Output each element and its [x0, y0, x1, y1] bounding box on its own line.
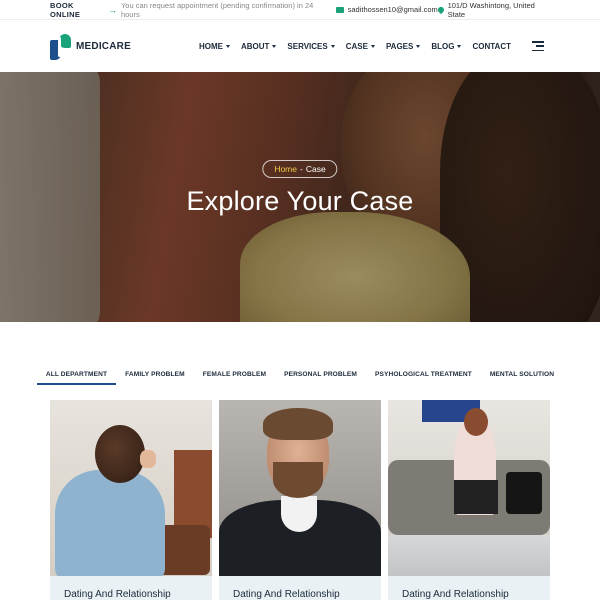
arrow-right-icon: →: [107, 4, 117, 15]
chevron-down-icon: [416, 44, 421, 48]
nav-item-services[interactable]: SERVICES: [287, 42, 335, 51]
tab-mental-solution[interactable]: MENTAL SOLUTION: [481, 371, 563, 385]
address-contact: 101/D Washintong, United State: [436, 0, 550, 19]
site-logo[interactable]: MEDICARE: [50, 32, 131, 60]
tab-family-problem[interactable]: FAMILY PROBLEM: [116, 371, 194, 385]
breadcrumb: Home - Case: [262, 160, 338, 178]
nav-item-contact[interactable]: CONTACT: [472, 42, 511, 51]
case-card[interactable]: Dating And Relationship: [50, 400, 212, 600]
menu-hamburger-icon[interactable]: [532, 41, 544, 51]
page-hero-banner: Home - Case Explore Your Case: [0, 72, 600, 322]
tab-psyhological-treatment[interactable]: PSYHOLOGICAL TREATMENT: [366, 371, 481, 385]
nav-item-case[interactable]: CASE: [346, 42, 375, 51]
tab-personal-problem[interactable]: PERSONAL PROBLEM: [275, 371, 366, 385]
logo-text: MEDICARE: [76, 40, 131, 52]
case-card[interactable]: Dating And Relationship: [388, 400, 550, 600]
case-card-image[interactable]: [50, 400, 212, 576]
breadcrumb-separator: -: [300, 164, 303, 174]
top-info-bar: BOOK ONLINE → You can request appointmen…: [0, 0, 600, 20]
nav-item-blog[interactable]: BLOG: [431, 42, 462, 51]
department-filter-tabs: ALL DEPARTMENT FAMILY PROBLEM FEMALE PRO…: [0, 371, 600, 385]
tab-female-problem[interactable]: FEMALE PROBLEM: [194, 371, 275, 385]
case-card-title[interactable]: Dating And Relationship: [50, 576, 212, 600]
tab-all-department[interactable]: ALL DEPARTMENT: [36, 371, 117, 385]
page-title: Explore Your Case: [186, 186, 414, 216]
chevron-down-icon: [370, 44, 375, 48]
logo-mark-icon: [50, 32, 74, 60]
address-text: 101/D Washintong, United State: [447, 0, 535, 19]
chevron-down-icon: [330, 44, 335, 48]
email-contact[interactable]: sadithossen10@gmail.com: [335, 5, 438, 14]
case-card-image[interactable]: [219, 400, 381, 576]
email-text: sadithossen10@gmail.com: [347, 5, 438, 14]
nav-item-home[interactable]: HOME: [199, 42, 230, 51]
book-online-label[interactable]: BOOK ONLINE: [50, 1, 104, 19]
chevron-down-icon: [457, 44, 462, 48]
breadcrumb-current: Case: [305, 164, 326, 174]
main-header: MEDICARE HOME ABOUT SERVICES CASE PAGES …: [0, 20, 600, 72]
chevron-down-icon: [225, 44, 230, 48]
case-card-grid: Dating And Relationship Dating And Relat…: [0, 400, 600, 600]
appointment-note: You can request appointment (pending con…: [120, 0, 314, 19]
case-card-title[interactable]: Dating And Relationship: [219, 576, 381, 600]
case-card[interactable]: Dating And Relationship: [219, 400, 381, 600]
case-card-title[interactable]: Dating And Relationship: [388, 576, 550, 600]
nav-item-pages[interactable]: PAGES: [386, 42, 421, 51]
mail-icon: [335, 6, 344, 13]
case-card-image[interactable]: [388, 400, 550, 576]
breadcrumb-home-link[interactable]: Home: [274, 164, 297, 174]
location-pin-icon: [436, 5, 445, 14]
nav-item-about[interactable]: ABOUT: [241, 42, 277, 51]
main-nav: HOME ABOUT SERVICES CASE PAGES BLOG CONT…: [199, 42, 522, 51]
chevron-down-icon: [272, 44, 277, 48]
